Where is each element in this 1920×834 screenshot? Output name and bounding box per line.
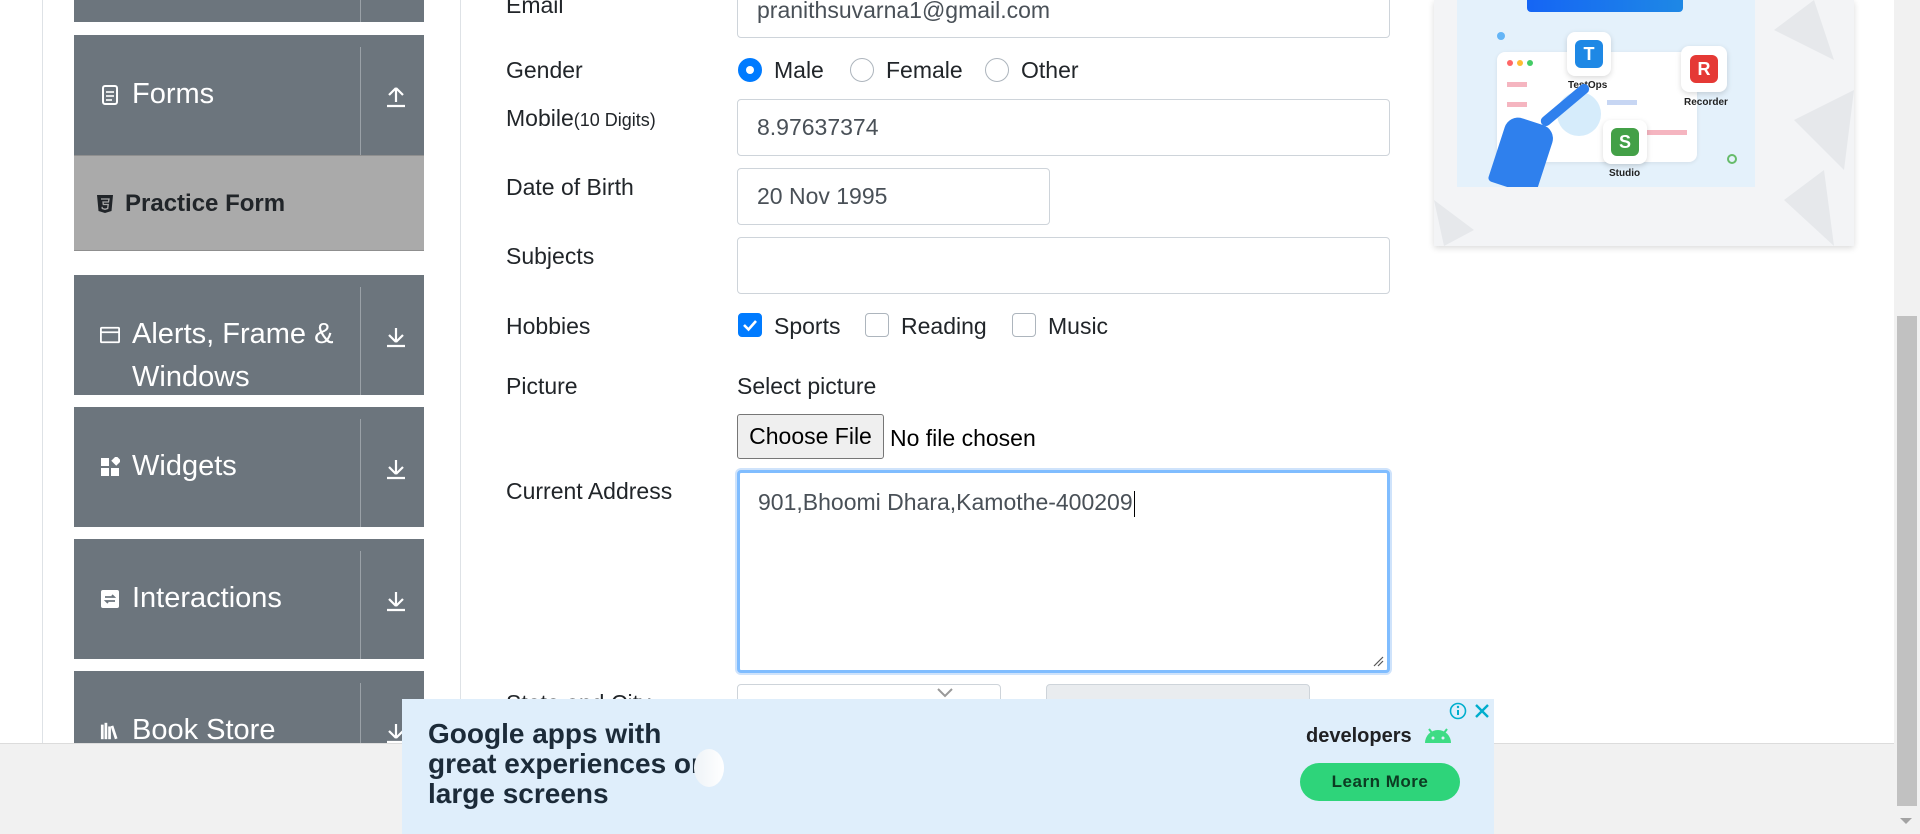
sidebar-group-interactions[interactable]: Interactions	[74, 539, 424, 659]
hobby-sports-checkbox[interactable]	[738, 313, 762, 337]
current-address-text: 901,Bhoomi Dhara,Kamothe-400209	[758, 489, 1133, 515]
download-arrow-icon[interactable]	[384, 325, 408, 349]
scroll-down-arrow-icon[interactable]	[1899, 816, 1913, 826]
gender-other-radio[interactable]	[985, 58, 1009, 82]
ad-learn-more-button[interactable]: Learn More	[1300, 763, 1460, 801]
decor-dot	[1497, 32, 1505, 40]
ad-illustration: T TestOps R Recorder S Studio	[1457, 0, 1755, 187]
books-icon	[100, 721, 120, 741]
sidebar-group-separator	[360, 0, 361, 22]
sidebar-group-separator	[360, 287, 361, 395]
email-label: Email	[506, 0, 564, 18]
subjects-input[interactable]	[737, 237, 1390, 294]
scrollbar-thumb[interactable]	[1897, 316, 1917, 806]
mobile-field[interactable]: 8.97637374	[737, 99, 1390, 156]
chart-bar	[1507, 102, 1527, 107]
recorder-badge: R	[1681, 46, 1727, 92]
window-dot	[1507, 60, 1513, 66]
hobby-reading-checkbox[interactable]	[865, 313, 889, 337]
mobile-label-text: Mobile	[506, 105, 574, 131]
ad-info-icon[interactable]	[1449, 702, 1467, 720]
sidebar-group-widgets[interactable]: Widgets	[74, 407, 424, 527]
chart-bar	[1647, 130, 1687, 135]
hobby-reading-label[interactable]: Reading	[901, 313, 987, 340]
studio-badge: S	[1603, 120, 1647, 164]
interactions-icon	[100, 589, 120, 609]
ad-top-button	[1527, 0, 1683, 12]
ad-banner-bottom[interactable]: Google apps with great experiences on la…	[402, 699, 1494, 834]
gender-other-label[interactable]: Other	[1021, 57, 1079, 84]
gender-male-label[interactable]: Male	[774, 57, 824, 84]
chart-bar	[1607, 100, 1637, 105]
studio-label: Studio	[1609, 168, 1641, 179]
ad-device-illustration	[694, 749, 724, 787]
resize-handle-icon[interactable]	[1372, 655, 1384, 667]
sidebar-item-practice-form[interactable]: Practice Form	[74, 155, 424, 251]
window-dot	[1527, 60, 1533, 66]
hobbies-label: Hobbies	[506, 313, 591, 339]
current-address-textarea[interactable]: 901,Bhoomi Dhara,Kamothe-400209	[737, 470, 1390, 673]
sidebar-group-label: Widgets	[132, 450, 237, 482]
download-arrow-icon[interactable]	[384, 457, 408, 481]
html5-icon	[97, 195, 113, 213]
testops-badge: T	[1567, 32, 1611, 76]
ad-banner-right[interactable]: T TestOps R Recorder S Studio	[1434, 0, 1854, 246]
window-dot	[1517, 60, 1523, 66]
ad-brand-text: developers	[1306, 725, 1412, 747]
dob-field[interactable]: 20 Nov 1995	[737, 168, 1050, 225]
recorder-label: Recorder	[1684, 97, 1728, 108]
document-icon	[100, 85, 120, 105]
widgets-icon	[100, 457, 120, 477]
gender-female-radio[interactable]	[850, 58, 874, 82]
check-icon	[743, 320, 757, 332]
sidebar-group-label: Interactions	[132, 582, 282, 614]
gender-female-label[interactable]: Female	[886, 57, 963, 84]
sidebar-item-label: Practice Form	[125, 190, 286, 217]
ad-brand: developers	[1306, 725, 1453, 748]
left-column-border	[42, 0, 43, 743]
hobby-music-checkbox[interactable]	[1012, 313, 1036, 337]
chevron-down-icon	[937, 688, 953, 698]
select-picture-label: Select picture	[737, 373, 877, 399]
dob-label: Date of Birth	[506, 174, 634, 200]
text-caret	[1133, 490, 1135, 517]
no-file-status: No file chosen	[890, 425, 1036, 451]
content-divider	[460, 0, 461, 743]
subjects-label: Subjects	[506, 243, 595, 269]
sidebar-group-separator	[360, 47, 361, 155]
ad-close-icon[interactable]	[1472, 701, 1492, 721]
mobile-label: Mobile(10 Digits)	[506, 105, 656, 132]
ad-headline: Google apps with great experiences on la…	[428, 718, 709, 809]
upload-arrow-icon[interactable]	[384, 85, 408, 109]
chart-bar	[1507, 82, 1527, 87]
picture-label: Picture	[506, 373, 578, 399]
current-address-label: Current Address	[506, 478, 673, 504]
hobby-music-label[interactable]: Music	[1048, 313, 1108, 340]
choose-file-button[interactable]: Choose File	[737, 414, 884, 459]
gender-male-radio[interactable]	[738, 58, 762, 82]
recorder-logo: R	[1690, 55, 1718, 83]
studio-logo: S	[1611, 128, 1639, 156]
decor-ring	[1727, 154, 1737, 164]
sidebar-group-alerts[interactable]: Alerts, Frame & Windows	[74, 275, 424, 395]
window-icon	[100, 325, 120, 345]
gender-label: Gender	[506, 57, 583, 83]
download-arrow-icon[interactable]	[384, 589, 408, 613]
sidebar-group-separator	[360, 419, 361, 527]
android-icon	[1425, 728, 1452, 743]
testops-logo: T	[1575, 40, 1603, 68]
sidebar-group-label: Alerts, Frame & Windows	[132, 318, 334, 393]
email-field[interactable]: pranithsuvarna1@gmail.com	[737, 0, 1390, 38]
sidebar-group-separator	[360, 551, 361, 659]
sidebar-group-elements[interactable]	[74, 0, 424, 22]
hobby-sports-label[interactable]: Sports	[774, 313, 840, 340]
sidebar-group-forms[interactable]: Forms	[74, 35, 424, 155]
mobile-hint: (10 Digits)	[573, 110, 656, 130]
sidebar-group-label: Forms	[132, 78, 215, 110]
